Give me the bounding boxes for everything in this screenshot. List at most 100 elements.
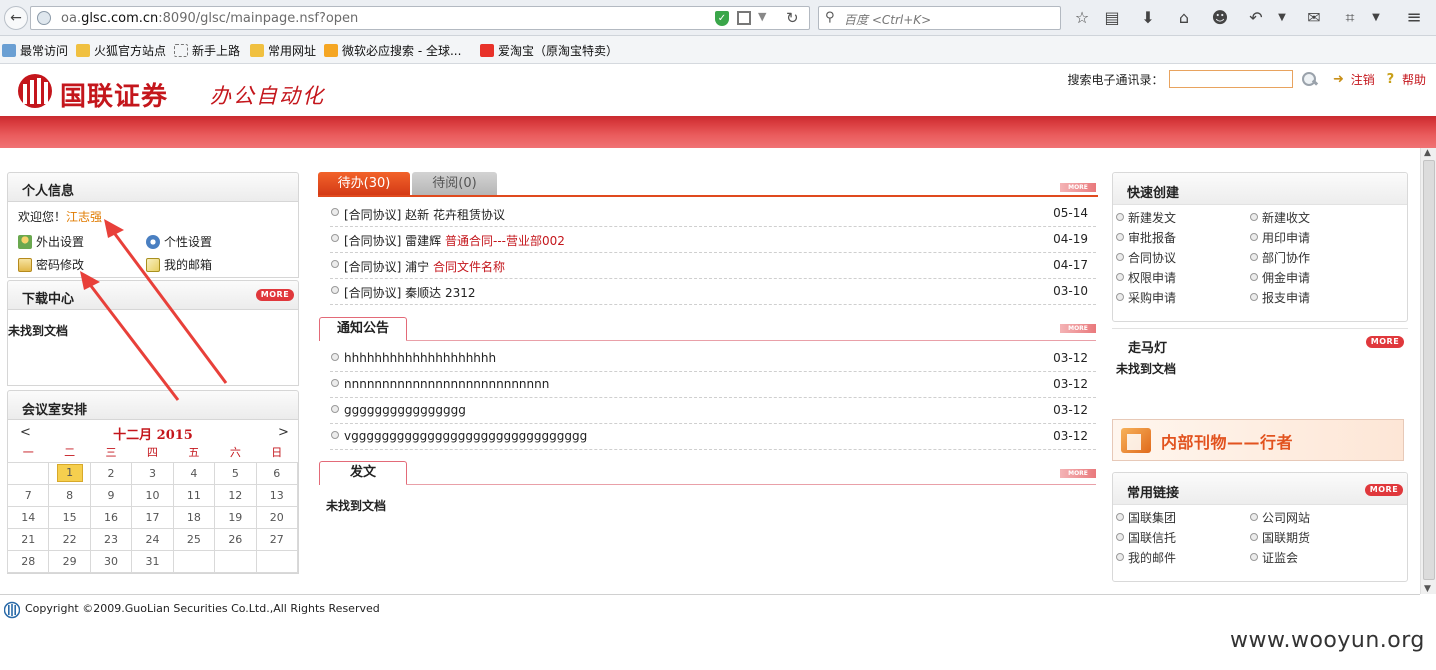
calendar-day[interactable]: 14 xyxy=(6,505,50,529)
quick-create-link[interactable]: 新建发文 xyxy=(1116,209,1176,226)
tab-todo[interactable]: 待办(30) xyxy=(318,172,410,195)
bookmark-bing[interactable]: 微软必应搜索 - 全球... xyxy=(324,42,461,59)
calendar-day[interactable]: 27 xyxy=(255,527,299,551)
calendar-next-button[interactable]: > xyxy=(278,425,289,440)
bookmark-most-visited[interactable]: 最常访问 xyxy=(2,42,68,59)
dispatch-tab[interactable]: 发文 xyxy=(319,461,407,485)
scrollbar-thumb[interactable] xyxy=(1423,160,1435,580)
search-bar[interactable]: ⚲ 百度 <Ctrl+K> xyxy=(818,6,1061,30)
home-icon[interactable]: ⌂ xyxy=(1174,8,1194,28)
todo-row[interactable]: [合同协议] 秦顺达 2312 03-10 xyxy=(330,279,1096,305)
calendar-day[interactable]: 11 xyxy=(172,483,216,507)
notice-row[interactable]: vggggggggggggggggggggggggggggggg 03-12 xyxy=(330,424,1096,450)
calendar-day[interactable]: 15 xyxy=(48,505,91,529)
notice-more-button[interactable]: MORE xyxy=(1060,324,1096,333)
page-scrollbar[interactable]: ▲ ▼ xyxy=(1420,148,1436,594)
url-bar[interactable]: oa.glsc.com.cn:8090/glsc/mainpage.nsf?op… xyxy=(30,6,810,30)
help-link[interactable]: 帮助 xyxy=(1402,71,1426,88)
calendar-day[interactable]: 22 xyxy=(48,527,91,551)
calendar-day[interactable]: 7 xyxy=(6,483,50,507)
undo-icon[interactable]: ↶ xyxy=(1246,8,1266,28)
todo-more-button[interactable]: MORE xyxy=(1060,183,1096,192)
qr-code-icon[interactable] xyxy=(737,11,751,25)
common-link[interactable]: 国联期货 xyxy=(1250,529,1310,546)
bookmark-getting-started[interactable]: 新手上路 xyxy=(174,42,240,59)
common-link[interactable]: 国联集团 xyxy=(1116,509,1176,526)
calendar-day[interactable]: 17 xyxy=(131,505,174,529)
smiley-icon[interactable]: ☻ xyxy=(1210,8,1230,28)
scroll-down-icon[interactable]: ▼ xyxy=(1424,584,1431,594)
shield-icon[interactable]: ✓ xyxy=(715,11,729,26)
calendar-day[interactable]: 4 xyxy=(172,461,216,485)
menu-icon[interactable]: ≡ xyxy=(1404,8,1424,28)
tab-toread[interactable]: 待阅(0) xyxy=(412,172,497,195)
password-change-link[interactable]: 密码修改 xyxy=(18,256,84,273)
calendar-day[interactable]: 2 xyxy=(89,461,133,485)
bookmark-aitaobao[interactable]: 爱淘宝（原淘宝特卖） xyxy=(480,42,618,59)
crop-icon[interactable]: ⌗ xyxy=(1340,8,1360,28)
quick-create-link[interactable]: 报支申请 xyxy=(1250,289,1310,306)
quick-create-link[interactable]: 佣金申请 xyxy=(1250,269,1310,286)
notice-row[interactable]: nnnnnnnnnnnnnnnnnnnnnnnnnnn 03-12 xyxy=(330,372,1096,398)
out-settings-link[interactable]: 外出设置 xyxy=(18,233,84,250)
calendar-prev-button[interactable]: < xyxy=(20,425,31,440)
calendar-day[interactable]: 9 xyxy=(89,483,133,507)
todo-row[interactable]: [合同协议] 赵新 花卉租赁协议 05-14 xyxy=(330,201,1096,227)
star-icon[interactable]: ☆ xyxy=(1072,8,1092,28)
calendar-day[interactable]: 31 xyxy=(131,549,174,573)
todo-row[interactable]: [合同协议] 浦宁 合同文件名称 04-17 xyxy=(330,253,1096,279)
download-icon[interactable]: ⬇ xyxy=(1138,8,1158,28)
reading-list-icon[interactable]: ▤ xyxy=(1102,8,1122,28)
dispatch-more-button[interactable]: MORE xyxy=(1060,469,1096,478)
chat-icon[interactable]: ✉ xyxy=(1304,8,1324,28)
common-link[interactable]: 国联信托 xyxy=(1116,529,1176,546)
quick-create-link[interactable]: 部门协作 xyxy=(1250,249,1310,266)
marquee-more-button[interactable]: MORE xyxy=(1366,336,1404,348)
directory-search-icon[interactable] xyxy=(1301,71,1317,87)
internal-journal-banner[interactable]: 内部刊物——行者 xyxy=(1112,419,1404,461)
common-link[interactable]: 证监会 xyxy=(1250,549,1298,566)
logout-link[interactable]: 注销 xyxy=(1351,71,1375,88)
calendar-day[interactable]: 10 xyxy=(131,483,174,507)
common-link[interactable]: 我的邮件 xyxy=(1116,549,1176,566)
my-mailbox-link[interactable]: 我的邮箱 xyxy=(146,256,212,273)
calendar-day[interactable]: 13 xyxy=(255,483,299,507)
quick-create-link[interactable]: 用印申请 xyxy=(1250,229,1310,246)
calendar-day[interactable]: 8 xyxy=(48,483,91,507)
bookmark-common-sites[interactable]: 常用网址 xyxy=(250,42,316,59)
calendar-day[interactable]: 5 xyxy=(214,461,257,485)
calendar-day[interactable]: 19 xyxy=(214,505,257,529)
calendar-day[interactable]: 26 xyxy=(214,527,257,551)
bookmark-firefox-site[interactable]: 火狐官方站点 xyxy=(76,42,166,59)
quick-create-link[interactable]: 审批报备 xyxy=(1116,229,1176,246)
dropdown-icon[interactable]: ▼ xyxy=(758,10,766,23)
calendar-day[interactable]: 23 xyxy=(89,527,133,551)
calendar-day[interactable]: 20 xyxy=(255,505,299,529)
chevron-down-icon[interactable]: ▼ xyxy=(1272,8,1292,28)
calendar-day[interactable]: 6 xyxy=(255,461,299,485)
notice-row[interactable]: hhhhhhhhhhhhhhhhhhhh 03-12 xyxy=(330,346,1096,372)
quick-create-link[interactable]: 新建收文 xyxy=(1250,209,1310,226)
quick-create-link[interactable]: 采购申请 xyxy=(1116,289,1176,306)
calendar-day[interactable]: 18 xyxy=(172,505,216,529)
calendar-day[interactable]: 1 xyxy=(48,461,91,485)
chevron-down-icon[interactable]: ▼ xyxy=(1366,8,1386,28)
scroll-up-icon[interactable]: ▲ xyxy=(1424,148,1431,158)
calendar-day[interactable]: 21 xyxy=(6,527,50,551)
download-more-button[interactable]: MORE xyxy=(256,289,294,301)
calendar-day[interactable]: 28 xyxy=(6,549,50,573)
calendar-day[interactable]: 24 xyxy=(131,527,174,551)
quick-create-link[interactable]: 权限申请 xyxy=(1116,269,1176,286)
calendar-day[interactable]: 3 xyxy=(131,461,174,485)
notice-tab[interactable]: 通知公告 xyxy=(319,317,407,341)
notice-row[interactable]: gggggggggggggggg 03-12 xyxy=(330,398,1096,424)
calendar-day[interactable]: 25 xyxy=(172,527,216,551)
links-more-button[interactable]: MORE xyxy=(1365,484,1403,496)
common-link[interactable]: 公司网站 xyxy=(1250,509,1310,526)
personal-settings-link[interactable]: 个性设置 xyxy=(146,233,212,250)
reload-icon[interactable]: ↻ xyxy=(786,9,799,27)
calendar-day[interactable]: 16 xyxy=(89,505,133,529)
back-button[interactable]: ← xyxy=(4,6,28,30)
calendar-day[interactable]: 12 xyxy=(214,483,257,507)
user-name[interactable]: 江志强 xyxy=(66,210,102,224)
